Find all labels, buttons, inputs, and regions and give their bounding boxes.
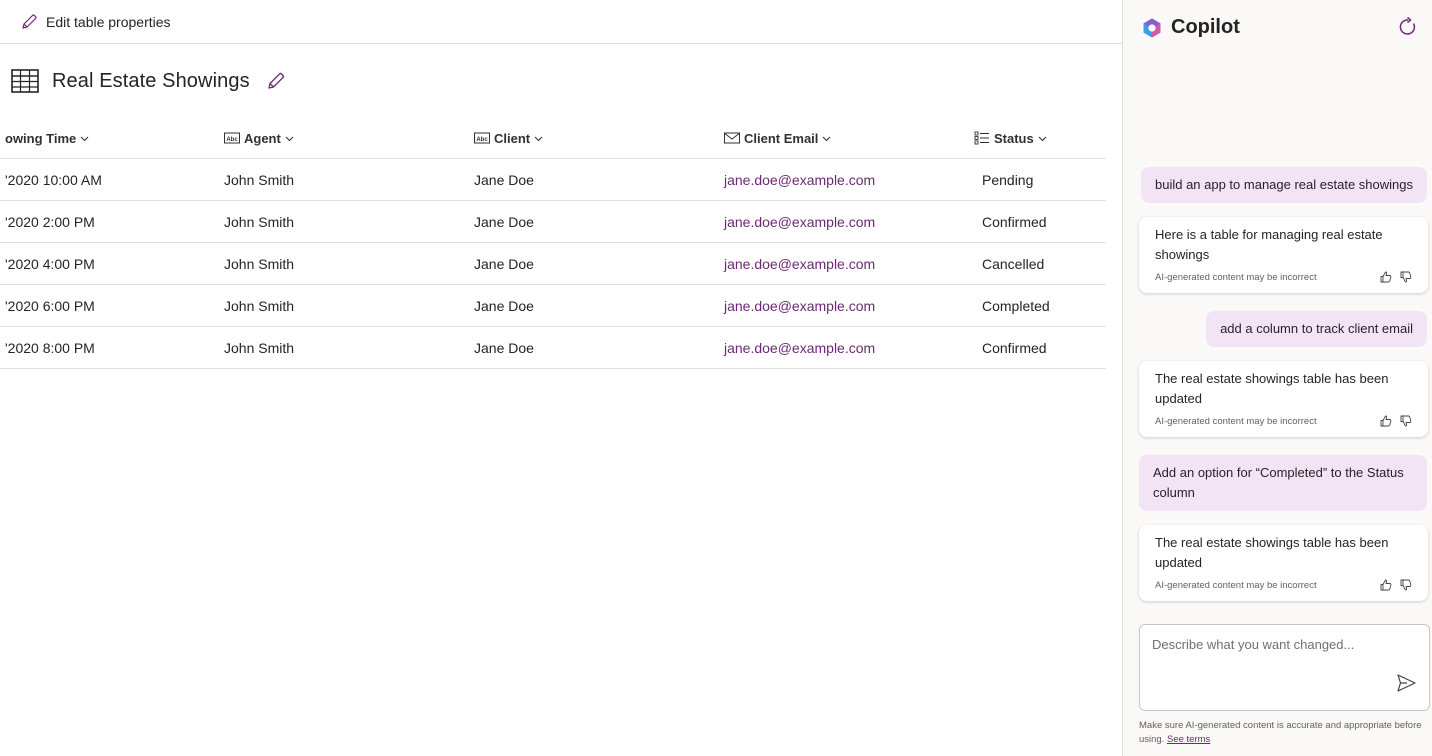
cell-client-email[interactable]: jane.doe@example.com [724,327,875,369]
user-message-text: Add an option for “Completed” to the Sta… [1153,465,1404,500]
text-type-icon: Abc [224,132,240,144]
assistant-message-text: The real estate showings table has been … [1155,371,1389,406]
text-type-icon: Abc [474,132,490,144]
prompt-input-box [1139,624,1430,711]
feedback-buttons [1380,579,1412,591]
cell-agent[interactable]: John Smith [224,285,294,327]
cell-status[interactable]: Confirmed [982,201,1047,243]
svg-text:Abc: Abc [476,137,488,143]
cell-client-email[interactable]: jane.doe@example.com [724,159,875,201]
copilot-title: Copilot [1171,16,1240,38]
table-row[interactable]: '2020 6:00 PM John Smith Jane Doe jane.d… [0,285,1106,327]
edit-table-properties-label: Edit table properties [46,14,171,30]
column-header-label: Client Email [744,130,819,146]
user-message-text: add a column to track client email [1220,321,1413,336]
cell-status[interactable]: Cancelled [982,243,1044,285]
assistant-message: The real estate showings table has been … [1139,361,1428,437]
cell-client[interactable]: Jane Doe [474,327,534,369]
cell-showing-time[interactable]: '2020 4:00 PM [5,243,95,285]
chevron-down-icon [285,136,294,141]
see-terms-link[interactable]: See terms [1167,734,1210,745]
thumbs-up-icon[interactable] [1380,579,1392,591]
cell-agent[interactable]: John Smith [224,327,294,369]
svg-text:Abc: Abc [226,137,238,143]
thumbs-down-icon[interactable] [1400,415,1412,427]
column-header-client-email[interactable]: Client Email [724,128,831,148]
cell-client[interactable]: Jane Doe [474,201,534,243]
chevron-down-icon [823,136,831,141]
column-header-label: Agent [244,130,281,146]
cell-client-email[interactable]: jane.doe@example.com [724,243,875,285]
chevron-down-icon [1038,136,1047,141]
column-header-label: owing Time [5,130,77,146]
column-header-status[interactable]: Status [974,128,1047,148]
assistant-message: Here is a table for managing real estate… [1139,217,1428,293]
prompt-input[interactable] [1152,637,1382,677]
column-header-label: Status [994,130,1034,146]
assistant-message-text: The real estate showings table has been … [1155,535,1389,570]
cell-agent[interactable]: John Smith [224,159,294,201]
cell-showing-time[interactable]: '2020 10:00 AM [5,159,102,201]
send-icon[interactable] [1395,672,1417,694]
assistant-message-footer: AI-generated content may be incorrect [1155,415,1412,427]
cell-status[interactable]: Completed [982,285,1050,327]
assistant-message-text: Here is a table for managing real estate… [1155,227,1383,262]
chevron-down-icon [534,136,543,141]
legal-notice: Make sure AI-generated content is accura… [1139,719,1429,747]
data-grid: owing Time Abc Agent Abc Client Client E… [0,116,1106,369]
feedback-buttons [1380,415,1412,427]
table-row[interactable]: '2020 10:00 AM John Smith Jane Doe jane.… [0,159,1106,201]
mail-icon [724,132,740,144]
cell-client-email[interactable]: jane.doe@example.com [724,201,875,243]
table-row[interactable]: '2020 2:00 PM John Smith Jane Doe jane.d… [0,201,1106,243]
chevron-down-icon [80,136,89,141]
column-header-showing-time[interactable]: owing Time [5,128,89,148]
copilot-logo-icon [1143,18,1161,37]
choice-list-icon [974,131,989,145]
table-title-row: Real Estate Showings [10,64,286,98]
assistant-message-footer: AI-generated content may be incorrect [1155,271,1412,283]
cell-client[interactable]: Jane Doe [474,243,534,285]
cell-showing-time[interactable]: '2020 6:00 PM [5,285,95,327]
cell-showing-time[interactable]: '2020 8:00 PM [5,327,95,369]
cell-agent[interactable]: John Smith [224,201,294,243]
ai-disclaimer: AI-generated content may be incorrect [1155,415,1317,427]
pencil-icon [22,14,37,29]
table-row[interactable]: '2020 4:00 PM John Smith Jane Doe jane.d… [0,243,1106,285]
thumbs-up-icon[interactable] [1380,271,1392,283]
thumbs-down-icon[interactable] [1400,579,1412,591]
feedback-buttons [1380,271,1412,283]
edit-title-pencil-icon[interactable] [266,71,286,91]
ai-disclaimer: AI-generated content may be incorrect [1155,271,1317,283]
assistant-message: The real estate showings table has been … [1139,525,1428,601]
cell-showing-time[interactable]: '2020 2:00 PM [5,201,95,243]
column-header-label: Client [494,130,531,146]
cell-status[interactable]: Confirmed [982,327,1047,369]
ai-disclaimer: AI-generated content may be incorrect [1155,579,1317,591]
user-message-text: build an app to manage real estate showi… [1154,177,1413,192]
thumbs-down-icon[interactable] [1400,271,1412,283]
copilot-pane: Copilot build an app to manage real esta… [1122,0,1432,756]
cell-status[interactable]: Pending [982,159,1033,201]
user-message: add a column to track client email [1206,311,1427,347]
column-header-agent[interactable]: Abc Agent [224,128,294,148]
user-message: build an app to manage real estate showi… [1140,167,1427,203]
copilot-header: Copilot [1141,16,1240,39]
edit-table-properties-button[interactable]: Edit table properties [20,10,171,34]
main-area: Edit table properties Real Estate Showin… [0,0,1122,756]
grid-header: owing Time Abc Agent Abc Client Client E… [0,116,1106,159]
command-bar: Edit table properties [0,0,1122,44]
table-icon [11,69,39,93]
user-message: Add an option for “Completed” to the Sta… [1139,455,1427,511]
assistant-message-footer: AI-generated content may be incorrect [1155,579,1412,591]
table-title: Real Estate Showings [52,69,250,92]
cell-client[interactable]: Jane Doe [474,159,534,201]
cell-agent[interactable]: John Smith [224,243,294,285]
table-row[interactable]: '2020 8:00 PM John Smith Jane Doe jane.d… [0,327,1106,369]
cell-client[interactable]: Jane Doe [474,285,534,327]
refresh-icon[interactable] [1398,17,1418,37]
column-header-client[interactable]: Abc Client [474,128,543,148]
cell-client-email[interactable]: jane.doe@example.com [724,285,875,327]
thumbs-up-icon[interactable] [1380,415,1392,427]
